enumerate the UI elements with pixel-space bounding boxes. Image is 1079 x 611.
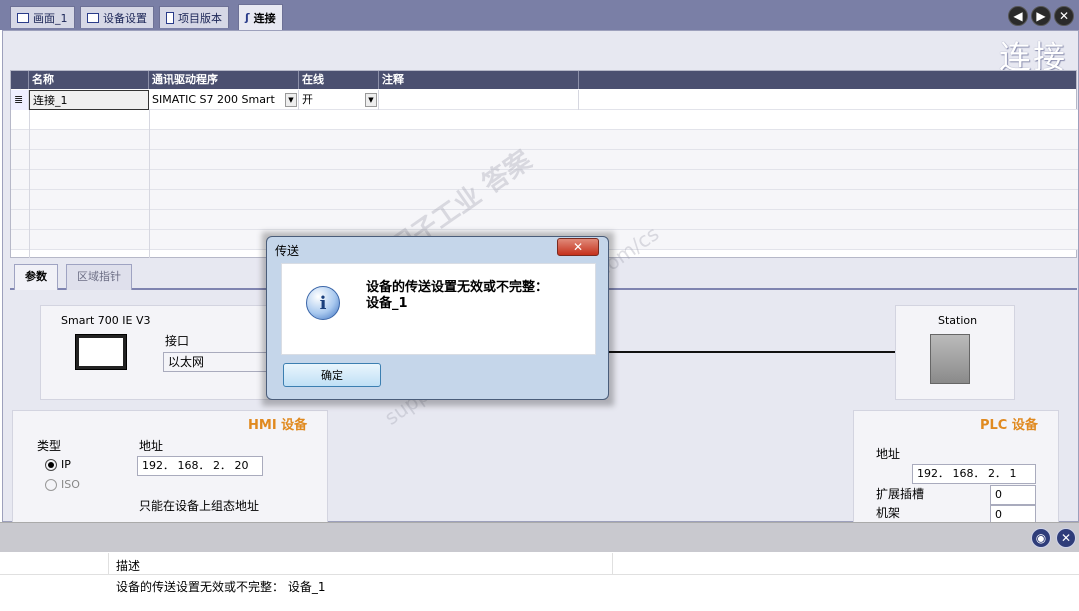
plc-address-field[interactable]: 192． 168． 2． 1: [912, 464, 1036, 484]
table-row-empty: [11, 150, 1078, 170]
table-row-empty: [11, 130, 1078, 150]
plc-address-label: 地址: [876, 447, 901, 461]
interface-label: 接口: [165, 334, 190, 348]
cell-driver[interactable]: SIMATIC S7 200 Smart: [149, 90, 299, 110]
output-header-row: 描述: [0, 553, 1079, 575]
plc-settings-panel: PLC 设备 地址 192． 168． 2． 1 扩展插槽 0 机架 0: [853, 410, 1059, 523]
next-icon[interactable]: ▶: [1031, 6, 1051, 26]
hmi-section-title: HMI 设备: [248, 418, 308, 433]
tab-label: 项目版本: [178, 11, 222, 25]
hmi-address-label: 地址: [139, 439, 164, 453]
dialog-message: 设备的传送设置无效或不完整： 设备_1: [366, 280, 548, 312]
interface-field[interactable]: 以太网: [163, 352, 273, 372]
table-row[interactable]: ≣ 连接_1 SIMATIC S7 200 Smart ▼ 开 ▼: [11, 90, 1078, 110]
pin-icon[interactable]: ◉: [1031, 528, 1051, 548]
dialog-message-line1: 设备的传送设置无效或不完整：: [366, 280, 549, 295]
ok-button[interactable]: 确定: [283, 363, 381, 387]
output-message[interactable]: 设备的传送设置无效或不完整： 设备_1: [116, 578, 325, 595]
tab-device-settings[interactable]: 设备设置: [80, 6, 154, 28]
station-label: Station: [938, 314, 978, 327]
hmi-device-panel: Smart 700 IE V3 接口 以太网: [40, 305, 280, 400]
tab-screen-1[interactable]: 画面_1: [10, 6, 75, 28]
close-editor-icon[interactable]: ✕: [1054, 6, 1074, 26]
radio-selected-icon: [45, 458, 57, 471]
cell-name[interactable]: 连接_1: [29, 90, 149, 110]
tab-label: 设备设置: [103, 11, 147, 25]
driver-dropdown-icon[interactable]: ▼: [285, 93, 297, 107]
output-column-description[interactable]: 描述: [116, 557, 140, 574]
column-header-name[interactable]: 名称: [29, 71, 149, 89]
tab-label: 画面_1: [33, 11, 68, 25]
table-row-empty: [11, 170, 1078, 190]
info-icon: i: [306, 286, 340, 320]
table-row-empty: [11, 110, 1078, 130]
tab-area-pointers[interactable]: 区域指针: [66, 264, 132, 290]
radio-ip-label: IP: [61, 458, 71, 471]
row-header-corner: [11, 71, 29, 89]
device-settings-icon: [87, 12, 99, 23]
table-row-empty: [11, 210, 1078, 230]
tab-parameters[interactable]: 参数: [14, 264, 58, 290]
connections-table: 名称 通讯驱动程序 在线 注释 ≣ 连接_1 SIMATIC S7 200 Sm…: [10, 70, 1078, 258]
plc-icon: [930, 334, 970, 384]
close-icon[interactable]: ✕: [557, 238, 599, 256]
column-header-driver[interactable]: 通讯驱动程序: [149, 71, 299, 89]
output-toolbar: [0, 522, 1079, 552]
rack-field[interactable]: 0: [990, 505, 1036, 523]
grid-line: [149, 110, 150, 258]
hmi-device-name: Smart 700 IE V3: [61, 314, 151, 327]
close-output-icon[interactable]: ✕: [1056, 528, 1076, 548]
column-header-online[interactable]: 在线: [299, 71, 379, 89]
plc-station-panel: Station: [895, 305, 1015, 400]
tab-connections[interactable]: ʃ 连接: [238, 4, 283, 30]
grid-line: [29, 110, 30, 258]
column-header-comment[interactable]: 注释: [379, 71, 579, 89]
hmi-address-note: 只能在设备上组态地址: [139, 499, 260, 513]
radio-unselected-icon: [45, 478, 57, 491]
rack-label: 机架: [876, 506, 901, 520]
slot-field[interactable]: 0: [990, 485, 1036, 505]
connection-line: [605, 351, 895, 353]
online-value: 开: [302, 93, 313, 106]
cell-comment[interactable]: [379, 90, 579, 110]
driver-value: SIMATIC S7 200 Smart: [152, 93, 275, 106]
screen-icon: [17, 12, 29, 23]
hmi-settings-panel: HMI 设备 类型 IP ISO 地址 192． 168． 2． 20 只能在设…: [12, 410, 328, 522]
radio-iso[interactable]: ISO: [45, 478, 80, 491]
radio-ip[interactable]: IP: [45, 458, 71, 471]
column-divider: [108, 553, 109, 575]
project-version-icon: [166, 11, 174, 24]
radio-iso-label: ISO: [61, 478, 80, 491]
online-dropdown-icon[interactable]: ▼: [365, 93, 377, 107]
dialog-title: 传送: [275, 244, 300, 258]
table-row-empty: [11, 190, 1078, 210]
transfer-dialog: 传送 ✕ i 设备的传送设置无效或不完整： 设备_1 确定: [266, 236, 609, 400]
connection-icon: ʃ: [245, 11, 250, 24]
tab-project-version[interactable]: 项目版本: [159, 6, 229, 28]
slot-label: 扩展插槽: [876, 487, 925, 501]
previous-icon[interactable]: ◀: [1008, 6, 1028, 26]
type-label: 类型: [37, 439, 62, 453]
dialog-message-line2: 设备_1: [366, 296, 408, 311]
column-divider: [612, 553, 613, 575]
column-header-empty: [579, 71, 1076, 89]
row-selector-icon[interactable]: ≣: [11, 90, 29, 110]
tab-label: 连接: [253, 11, 276, 25]
dialog-body: i 设备的传送设置无效或不完整： 设备_1: [281, 263, 596, 355]
hmi-address-field[interactable]: 192． 168． 2． 20: [137, 456, 263, 476]
plc-section-title: PLC 设备: [980, 418, 1038, 433]
hmi-panel-icon: [75, 334, 127, 370]
